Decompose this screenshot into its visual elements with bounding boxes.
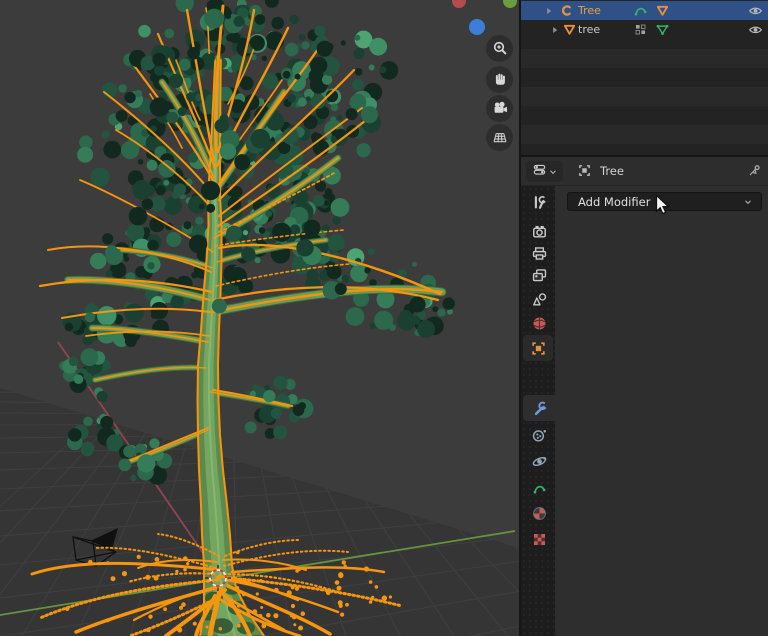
chevron-down-icon — [548, 162, 558, 181]
outliner-item-label: tree — [578, 21, 600, 38]
texture-icon — [531, 531, 548, 548]
properties-body: Add Modifier — [521, 186, 768, 636]
eye-visibility-icon[interactable] — [748, 3, 763, 18]
outliner-row-Tree[interactable]: Tree — [521, 1, 768, 20]
breadcrumb-object-name: Tree — [600, 164, 624, 178]
output-icon — [531, 245, 548, 262]
tab-particles[interactable] — [523, 422, 555, 448]
material-icon — [531, 505, 548, 522]
tab-scene[interactable] — [523, 286, 555, 312]
magnifier-plus-icon — [492, 40, 508, 56]
properties-tab-strip — [521, 186, 555, 636]
tab-material[interactable] — [523, 500, 555, 526]
outliner[interactable]: Tree tree — [521, 0, 768, 155]
tab-modifiers[interactable] — [523, 395, 555, 421]
properties-editor: Tree Add Modifier — [521, 157, 768, 636]
object-breadcrumb-icon — [577, 163, 592, 182]
curve-object-icon — [559, 3, 574, 18]
viewport-grid-ortho-button[interactable] — [486, 124, 513, 151]
disclosure-icon[interactable] — [543, 5, 555, 17]
outliner-row-tree[interactable]: tree — [521, 20, 768, 39]
blender-window: Tree tree Tree Add Modifier — [0, 0, 768, 636]
modifier-stack-icon — [633, 22, 648, 37]
physics-icon — [531, 453, 548, 470]
grid-icon — [492, 129, 508, 145]
modifiers-icon — [531, 400, 548, 417]
properties-editor-icon — [532, 162, 547, 181]
tab-texture[interactable] — [523, 526, 555, 552]
modifier-panel: Add Modifier — [555, 186, 768, 636]
mesh-data-icon — [655, 22, 670, 37]
viewport-pan-button[interactable] — [486, 66, 513, 93]
axis-ball-blue[interactable] — [469, 19, 485, 35]
properties-header: Tree — [521, 157, 768, 186]
tab-object[interactable] — [523, 335, 553, 361]
viewport-zoom-button[interactable] — [486, 35, 513, 62]
right-panel-column: Tree tree Tree Add Modifier — [519, 0, 768, 636]
outliner-item-label: Tree — [578, 2, 601, 19]
disclosure-icon[interactable] — [549, 24, 561, 36]
editor-type-selector[interactable] — [526, 161, 563, 182]
curve-data-icon — [532, 481, 547, 496]
pin-icon[interactable] — [747, 163, 762, 182]
tab-view-layer[interactable] — [523, 262, 555, 288]
3d-viewport[interactable] — [0, 0, 519, 636]
viewport-camera-view-button[interactable] — [486, 95, 513, 122]
object-icon — [530, 340, 547, 357]
hand-icon — [492, 71, 508, 87]
add-modifier-label: Add Modifier — [578, 195, 743, 209]
outliner-empty-rows — [521, 39, 768, 155]
tab-tool[interactable] — [523, 189, 555, 215]
tab-physics[interactable] — [523, 448, 555, 474]
eye-visibility-icon[interactable] — [748, 22, 763, 37]
add-modifier-dropdown[interactable]: Add Modifier — [567, 192, 762, 211]
3d-scene-canvas[interactable] — [0, 0, 519, 636]
render-icon — [531, 223, 548, 240]
world-icon — [531, 315, 548, 332]
curve-data-icon — [633, 3, 648, 18]
view-layer-icon — [531, 267, 548, 284]
mesh-triangle-icon — [655, 3, 670, 18]
chevron-down-icon — [743, 192, 753, 211]
scene-icon — [531, 291, 548, 308]
mesh-triangle-icon — [562, 22, 577, 37]
camera-icon — [492, 100, 508, 116]
tool-icon — [531, 194, 548, 211]
tab-object-data[interactable] — [523, 475, 555, 501]
particles-icon — [531, 427, 548, 444]
tab-world[interactable] — [523, 310, 555, 336]
